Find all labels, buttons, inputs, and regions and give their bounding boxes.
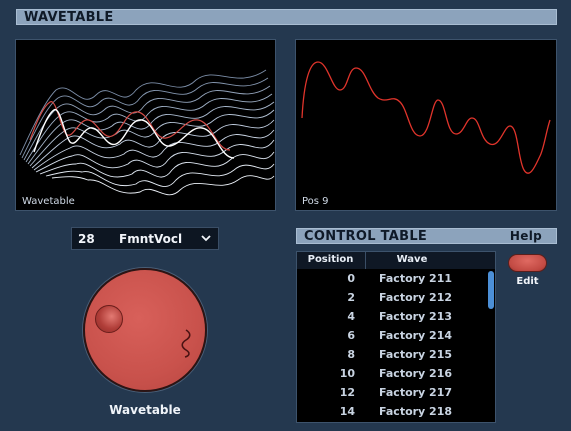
wave-select-dropdown[interactable]: 28 FmntVocl bbox=[71, 227, 219, 250]
table-row[interactable]: 2 Factory 212 bbox=[297, 288, 487, 307]
control-table-title: CONTROL TABLE bbox=[304, 229, 428, 244]
control-table-columns: Position Wave bbox=[297, 252, 495, 269]
row-wave: Factory 216 bbox=[379, 367, 453, 380]
edit-button[interactable] bbox=[508, 254, 547, 272]
wavetable-3d-display[interactable]: Wavetable bbox=[15, 39, 276, 211]
chevron-down-icon[interactable] bbox=[200, 231, 212, 248]
row-position: 10 bbox=[339, 367, 355, 380]
help-link[interactable]: Help bbox=[510, 229, 542, 244]
row-wave: Factory 217 bbox=[379, 386, 453, 399]
table-row[interactable]: 10 Factory 216 bbox=[297, 364, 487, 383]
row-wave: Factory 212 bbox=[379, 291, 453, 304]
wave-position-graphic bbox=[301, 61, 551, 174]
edit-button-label: Edit bbox=[516, 276, 539, 287]
row-wave: Factory 213 bbox=[379, 310, 453, 323]
row-wave: Factory 218 bbox=[379, 405, 453, 418]
column-header-position[interactable]: Position bbox=[297, 254, 364, 265]
wavetable-knob[interactable] bbox=[83, 268, 207, 392]
row-position: 8 bbox=[347, 348, 355, 361]
wavetable-section-header: WAVETABLE bbox=[16, 9, 557, 25]
row-position: 14 bbox=[339, 405, 355, 418]
row-position: 0 bbox=[347, 272, 355, 285]
wavetable-section-title: WAVETABLE bbox=[24, 10, 114, 25]
row-wave: Factory 214 bbox=[379, 329, 453, 342]
wave-shape-icon bbox=[181, 329, 191, 358]
table-row[interactable]: 4 Factory 213 bbox=[297, 307, 487, 326]
table-row[interactable]: 12 Factory 217 bbox=[297, 383, 487, 402]
row-position: 4 bbox=[347, 310, 355, 323]
control-table-scrollbar[interactable] bbox=[488, 271, 494, 309]
column-header-wave[interactable]: Wave bbox=[369, 254, 455, 265]
table-row[interactable]: 8 Factory 215 bbox=[297, 345, 487, 364]
wave-position-display: Pos 9 bbox=[295, 39, 557, 211]
row-position: 6 bbox=[347, 329, 355, 342]
control-table[interactable]: Position Wave 0 Factory 211 2 Factory 21… bbox=[296, 251, 496, 423]
row-position: 12 bbox=[339, 386, 355, 399]
table-row[interactable]: 0 Factory 211 bbox=[297, 269, 487, 288]
wave-select-name: FmntVocl bbox=[119, 232, 183, 246]
row-wave: Factory 215 bbox=[379, 348, 453, 361]
row-position: 2 bbox=[347, 291, 355, 304]
row-wave: Factory 211 bbox=[379, 272, 453, 285]
wave-select-number: 28 bbox=[78, 232, 95, 246]
table-row[interactable]: 14 Factory 218 bbox=[297, 402, 487, 421]
wavetable-3d-graphic bbox=[19, 69, 275, 196]
wave-position-label: Pos 9 bbox=[302, 196, 329, 207]
table-row[interactable]: 6 Factory 214 bbox=[297, 326, 487, 345]
knob-indicator bbox=[95, 305, 123, 333]
knob-label: Wavetable bbox=[109, 403, 181, 417]
column-separator bbox=[365, 252, 366, 269]
control-table-header: CONTROL TABLE Help bbox=[296, 228, 557, 244]
wavetable-display-label: Wavetable bbox=[22, 196, 75, 207]
